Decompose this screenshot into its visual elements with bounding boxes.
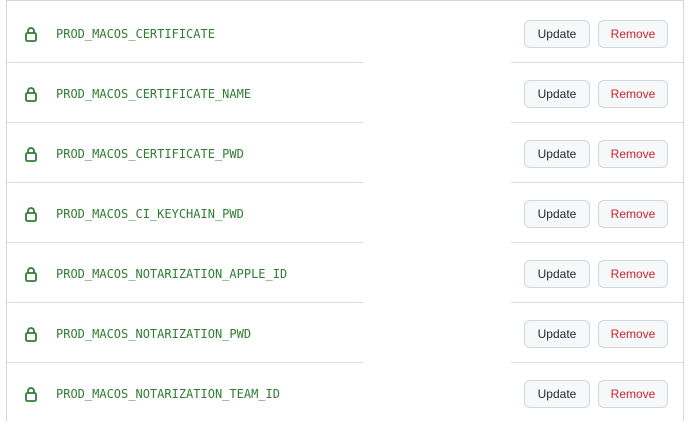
lock-icon xyxy=(24,386,38,402)
remove-button[interactable]: Remove xyxy=(598,80,668,108)
remove-button[interactable]: Remove xyxy=(598,20,668,48)
lock-icon xyxy=(24,146,38,162)
remove-button[interactable]: Remove xyxy=(598,320,668,348)
secret-name: PROD_MACOS_NOTARIZATION_APPLE_ID xyxy=(56,267,288,281)
secret-row: PROD_MACOS_NOTARIZATION_PWD Update Remov… xyxy=(7,303,683,363)
secret-name: PROD_MACOS_CERTIFICATE_PWD xyxy=(56,147,244,161)
update-button[interactable]: Update xyxy=(524,260,590,288)
secrets-list: PROD_MACOS_CERTIFICATE Update Remove PRO… xyxy=(6,0,684,421)
lock-icon xyxy=(24,266,38,282)
secret-name: PROD_MACOS_NOTARIZATION_TEAM_ID xyxy=(56,387,280,401)
secret-name: PROD_MACOS_CERTIFICATE_NAME xyxy=(56,87,252,101)
lock-icon xyxy=(24,86,38,102)
secret-row: PROD_MACOS_CERTIFICATE Update Remove xyxy=(7,3,683,63)
lock-icon xyxy=(24,26,38,42)
secret-name: PROD_MACOS_NOTARIZATION_PWD xyxy=(56,327,252,341)
secret-name: PROD_MACOS_CI_KEYCHAIN_PWD xyxy=(56,207,244,221)
secret-row: PROD_MACOS_CERTIFICATE_PWD Update Remove xyxy=(7,123,683,183)
secret-row: PROD_MACOS_NOTARIZATION_TEAM_ID Update R… xyxy=(7,363,683,423)
secret-name: PROD_MACOS_CERTIFICATE xyxy=(56,27,215,41)
remove-button[interactable]: Remove xyxy=(598,140,668,168)
update-button[interactable]: Update xyxy=(524,200,590,228)
secret-row: PROD_MACOS_CI_KEYCHAIN_PWD Update Remove xyxy=(7,183,683,243)
secret-row: PROD_MACOS_CERTIFICATE_NAME Update Remov… xyxy=(7,63,683,123)
update-button[interactable]: Update xyxy=(524,320,590,348)
update-button[interactable]: Update xyxy=(524,140,590,168)
secret-row: PROD_MACOS_NOTARIZATION_APPLE_ID Update … xyxy=(7,243,683,303)
lock-icon xyxy=(24,206,38,222)
lock-icon xyxy=(24,326,38,342)
remove-button[interactable]: Remove xyxy=(598,200,668,228)
remove-button[interactable]: Remove xyxy=(598,380,668,408)
remove-button[interactable]: Remove xyxy=(598,260,668,288)
update-button[interactable]: Update xyxy=(524,80,590,108)
update-button[interactable]: Update xyxy=(524,20,590,48)
update-button[interactable]: Update xyxy=(524,380,590,408)
